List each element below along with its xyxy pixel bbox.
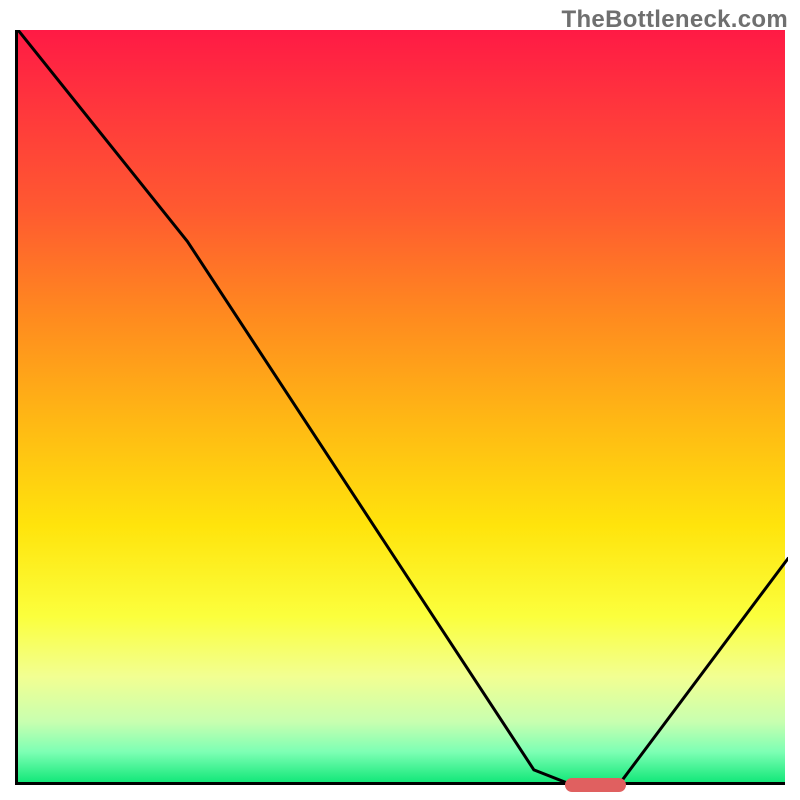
plot-area [15, 30, 785, 785]
chart-container: TheBottleneck.com [0, 0, 800, 800]
line-curve [18, 30, 788, 785]
optimum-marker [565, 778, 627, 792]
